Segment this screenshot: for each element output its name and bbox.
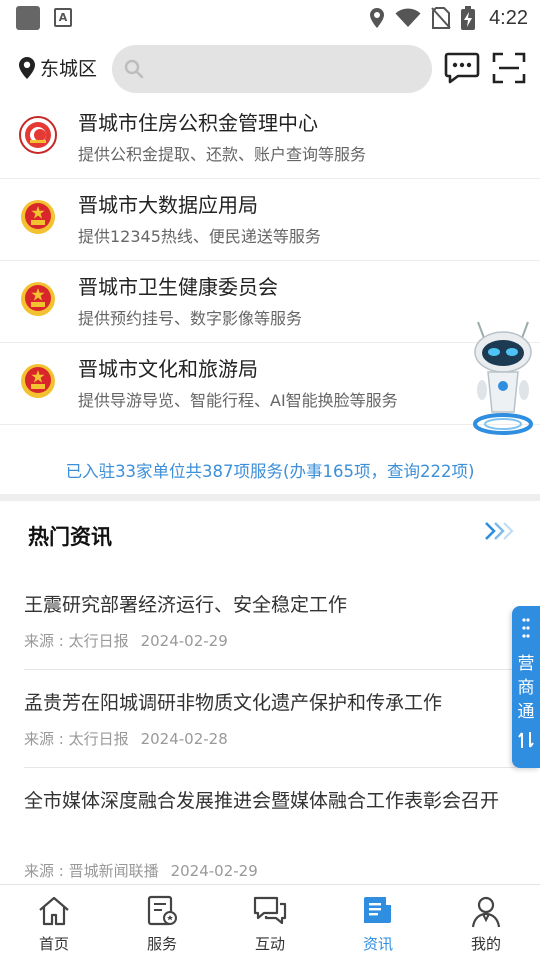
a-notification-icon: A	[54, 8, 72, 27]
org-desc: 提供导游导览、智能行程、AI智能换脸等服务	[78, 391, 398, 410]
nav-news[interactable]: 资讯	[324, 885, 432, 960]
header: 东城区	[0, 36, 540, 102]
org-desc: 提供预约挂号、数字影像等服务	[78, 309, 303, 328]
org-item[interactable]: 晋城市文化和旅游局 提供导游导览、智能行程、AI智能换脸等服务	[0, 343, 540, 425]
location-selector[interactable]: 东城区	[18, 54, 97, 81]
national-emblem-icon	[21, 364, 55, 398]
more-arrows-icon[interactable]	[484, 520, 516, 542]
org-list: 晋城市住房公积金管理中心 提供公积金提取、还款、账户查询等服务 晋城市大数据应用…	[0, 97, 540, 425]
location-label: 东城区	[40, 58, 98, 80]
message-icon[interactable]	[444, 52, 480, 84]
nav-profile[interactable]: 我的	[432, 885, 540, 960]
org-item[interactable]: 晋城市卫生健康委员会 提供预约挂号、数字影像等服务	[0, 261, 540, 343]
side-tab-label: 营商通	[517, 654, 535, 722]
org-name: 晋城市大数据应用局	[78, 193, 258, 217]
nav-label: 互动	[254, 935, 285, 953]
org-item[interactable]: 晋城市住房公积金管理中心 提供公积金提取、还款、账户查询等服务	[0, 97, 540, 179]
news-title: 孟贵芳在阳城调研非物质文化遗产保护和传承工作	[24, 692, 443, 714]
org-item[interactable]: 晋城市大数据应用局 提供12345热线、便民递送等服务	[0, 179, 540, 261]
national-emblem-icon	[21, 200, 55, 234]
news-source: 来源 : 太行日报	[24, 632, 129, 650]
location-pin-icon	[19, 56, 35, 79]
bottom-nav: 首页 服务 互动 资讯 我的	[0, 884, 540, 960]
service-icon	[147, 895, 177, 926]
news-date: 2024-02-28	[140, 730, 228, 748]
nav-service[interactable]: 服务	[108, 885, 216, 960]
hot-news-title: 热门资讯	[28, 525, 112, 549]
news-meta: 来源 : 太行日报 2024-02-29	[24, 630, 228, 651]
news-date: 2024-02-29	[170, 862, 258, 880]
battery-charging-icon	[461, 6, 476, 30]
service-summary: 已入驻33家单位共387项服务(办事165项，查询222项)	[65, 462, 475, 481]
nav-label: 资讯	[362, 935, 393, 953]
business-side-tab[interactable]: 营商通	[512, 606, 540, 768]
scan-icon[interactable]	[492, 52, 526, 84]
chat-icon	[253, 896, 287, 925]
news-source: 来源 : 晋城新闻联播	[24, 862, 159, 880]
news-item[interactable]: 孟贵芳在阳城调研非物质文化遗产保护和传承工作 来源 : 太行日报 2024-02-…	[24, 670, 516, 768]
news-item[interactable]: 王震研究部署经济运行、安全稳定工作 来源 : 太行日报 2024-02-29	[24, 572, 516, 670]
nav-interact[interactable]: 互动	[216, 885, 324, 960]
status-time: 4:22	[489, 6, 528, 29]
search-icon	[124, 59, 144, 79]
app-icon	[16, 6, 40, 30]
section-divider	[0, 494, 540, 501]
news-title: 全市媒体深度融合发展推进会暨媒体融合工作表彰会召开	[24, 790, 500, 812]
home-icon	[39, 896, 69, 926]
no-sim-icon	[431, 7, 451, 29]
org-desc: 提供12345热线、便民递送等服务	[78, 227, 321, 246]
org-name: 晋城市卫生健康委员会	[78, 275, 278, 299]
nav-label: 服务	[146, 935, 177, 953]
org-desc: 提供公积金提取、还款、账户查询等服务	[78, 145, 367, 164]
profile-icon	[471, 896, 501, 928]
search-input[interactable]	[152, 53, 422, 85]
news-icon	[364, 897, 391, 923]
swap-icon	[518, 732, 534, 748]
robot-assistant-icon[interactable]	[470, 320, 536, 438]
news-title: 王震研究部署经济运行、安全稳定工作	[24, 594, 348, 616]
status-bar: A 4:22	[0, 0, 540, 36]
national-emblem-icon	[21, 282, 55, 316]
housing-fund-logo	[19, 116, 57, 154]
wifi-icon	[395, 8, 421, 27]
news-list: 王震研究部署经济运行、安全稳定工作 来源 : 太行日报 2024-02-29 孟贵…	[0, 572, 540, 908]
org-name: 晋城市文化和旅游局	[78, 357, 258, 381]
nav-label: 我的	[470, 935, 501, 953]
news-date: 2024-02-29	[140, 632, 228, 650]
location-icon	[370, 8, 385, 28]
nav-home[interactable]: 首页	[0, 885, 108, 960]
search-bar[interactable]	[112, 45, 432, 93]
status-icons: 4:22	[369, 4, 528, 32]
news-meta: 来源 : 晋城新闻联播 2024-02-29	[24, 860, 258, 881]
news-source: 来源 : 太行日报	[24, 730, 129, 748]
dots-icon	[522, 618, 530, 638]
org-name: 晋城市住房公积金管理中心	[78, 111, 318, 135]
nav-label: 首页	[38, 935, 69, 953]
news-meta: 来源 : 太行日报 2024-02-28	[24, 728, 228, 749]
